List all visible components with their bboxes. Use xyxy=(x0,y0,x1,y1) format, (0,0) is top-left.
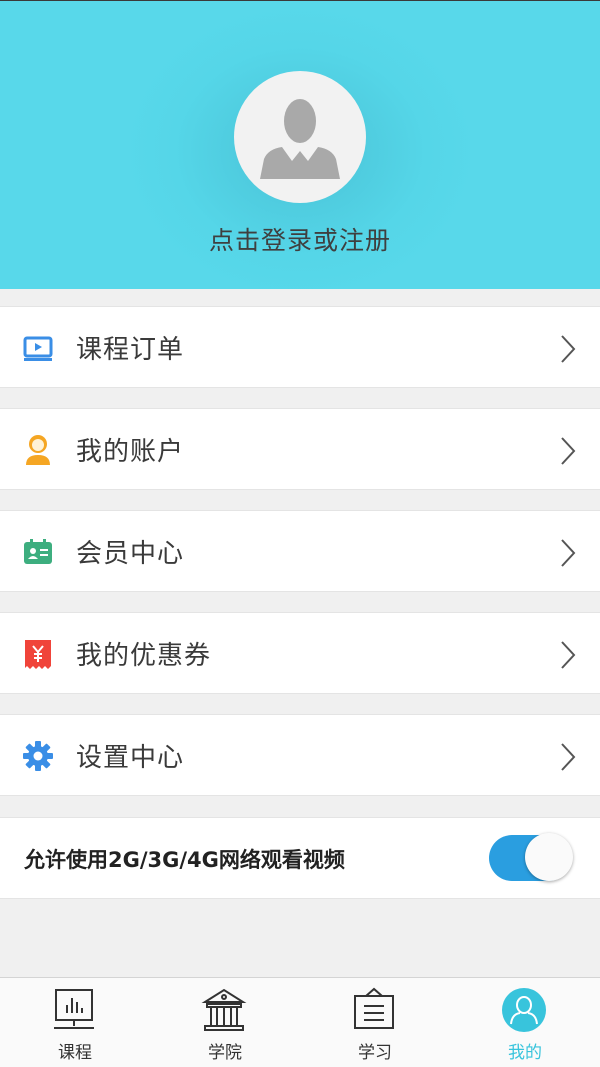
toggle-knob xyxy=(525,833,573,881)
menu-label: 课程订单 xyxy=(76,335,185,365)
tab-label: 学院 xyxy=(208,1043,242,1063)
login-register-link[interactable]: 点击登录或注册 xyxy=(0,221,600,257)
tab-study[interactable]: 学习 xyxy=(300,978,450,1067)
menu-item-my-coupons[interactable]: 我的优惠券 xyxy=(0,612,600,694)
network-toggle-switch[interactable] xyxy=(489,833,573,883)
chevron-right-icon xyxy=(558,741,578,773)
academy-building-icon xyxy=(200,986,248,1034)
menu-label: 会员中心 xyxy=(76,539,185,569)
tab-courses[interactable]: 课程 xyxy=(0,978,150,1067)
tab-mine[interactable]: 我的 xyxy=(450,978,600,1067)
avatar[interactable] xyxy=(234,71,366,203)
bottom-tab-bar: 课程 学院 学习 我的 xyxy=(0,977,600,1067)
notice-board-icon xyxy=(350,986,398,1034)
chevron-right-icon xyxy=(558,435,578,467)
network-toggle-label: 允许使用2G/3G/4G网络观看视频 xyxy=(24,848,345,872)
member-card-icon xyxy=(22,536,54,568)
chevron-right-icon xyxy=(558,639,578,671)
menu-item-member-center[interactable]: 会员中心 xyxy=(0,510,600,592)
menu-label: 我的优惠券 xyxy=(76,641,212,671)
tab-label: 我的 xyxy=(508,1043,542,1063)
account-icon xyxy=(22,434,54,466)
user-icon xyxy=(500,986,548,1034)
course-order-icon xyxy=(22,332,54,364)
menu-item-my-account[interactable]: 我的账户 xyxy=(0,408,600,490)
default-avatar-icon xyxy=(260,99,340,179)
menu-label: 我的账户 xyxy=(76,437,185,467)
tab-label: 课程 xyxy=(58,1043,92,1063)
network-video-setting: 允许使用2G/3G/4G网络观看视频 xyxy=(0,817,600,899)
profile-header: 点击登录或注册 xyxy=(0,0,600,289)
tab-label: 学习 xyxy=(358,1043,392,1063)
chevron-right-icon xyxy=(558,333,578,365)
gear-icon xyxy=(22,740,54,772)
chevron-right-icon xyxy=(558,537,578,569)
chart-board-icon xyxy=(50,986,98,1034)
tab-academy[interactable]: 学院 xyxy=(150,978,300,1067)
menu-item-settings[interactable]: 设置中心 xyxy=(0,714,600,796)
menu-item-course-order[interactable]: 课程订单 xyxy=(0,306,600,388)
menu-label: 设置中心 xyxy=(76,743,185,773)
coupon-icon xyxy=(22,638,54,670)
